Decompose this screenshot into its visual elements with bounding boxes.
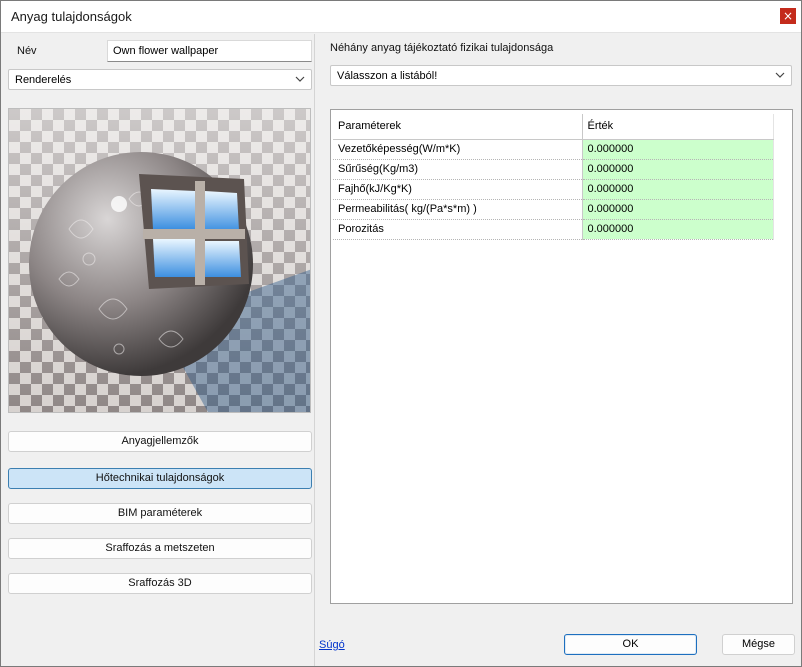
param-value-cell[interactable]: 0.000000 [582,159,774,180]
param-name-cell: Fajhő(kJ/Kg*K) [333,179,583,200]
panel-divider [314,34,315,666]
window-title: Anyag tulajdonságok [11,9,132,24]
param-name-cell: Sűrűség(Kg/m3) [333,159,583,180]
column-header-parameter: Paraméterek [333,114,583,140]
cancel-button[interactable]: Mégse [722,634,795,655]
param-value-cell[interactable]: 0.000000 [582,199,774,220]
render-mode-select[interactable]: Renderelés [8,69,312,90]
chevron-down-icon [775,72,785,78]
param-name-cell: Vezetőképesség(W/m*K) [333,139,583,160]
preset-select-value: Válasszon a listából! [337,70,438,82]
thermal-properties-button[interactable]: Hőtechnikai tulajdonságok [8,468,312,489]
help-link[interactable]: Súgó [319,639,345,651]
ok-button[interactable]: OK [564,634,697,655]
preset-select[interactable]: Válasszon a listából! [330,65,792,86]
table-header-row: Paraméterek Érték [333,114,774,140]
name-field[interactable]: Own flower wallpaper [107,40,312,62]
table-row: Fajhő(kJ/Kg*K) 0.000000 [333,179,774,200]
sphere-preview-icon [9,109,310,412]
chevron-down-icon [295,76,305,82]
properties-heading: Néhány anyag tájékoztató fizikai tulajdo… [330,42,554,54]
dialog-window: Anyag tulajdonságok × Név Own flower wal… [0,0,802,667]
hatch-section-button[interactable]: Sraffozás a metszeten [8,538,312,559]
param-value-cell[interactable]: 0.000000 [582,219,774,240]
param-value-cell[interactable]: 0.000000 [582,179,774,200]
render-mode-value: Renderelés [15,74,72,86]
table-row: Permeabilitás( kg/(Pa*s*m) ) 0.000000 [333,199,774,220]
name-label: Név [17,45,37,57]
title-bar: Anyag tulajdonságok × [1,1,801,33]
column-header-value: Érték [582,114,774,140]
properties-grid: Paraméterek Érték Vezetőképesség(W/m*K) … [330,109,793,604]
table-row: Vezetőképesség(W/m*K) 0.000000 [333,139,774,160]
bim-parameters-button[interactable]: BIM paraméterek [8,503,312,524]
material-attributes-button[interactable]: Anyagjellemzők [8,431,312,452]
hatch-3d-button[interactable]: Sraffozás 3D [8,573,312,594]
table-row: Porozitás 0.000000 [333,219,774,240]
close-button[interactable]: × [780,8,796,24]
param-name-cell: Permeabilitás( kg/(Pa*s*m) ) [333,199,583,220]
param-name-cell: Porozitás [333,219,583,240]
param-value-cell[interactable]: 0.000000 [582,139,774,160]
close-icon: × [782,9,794,23]
table-row: Sűrűség(Kg/m3) 0.000000 [333,159,774,180]
material-preview-image [8,108,311,413]
properties-table: Paraméterek Érték Vezetőképesség(W/m*K) … [333,114,774,240]
